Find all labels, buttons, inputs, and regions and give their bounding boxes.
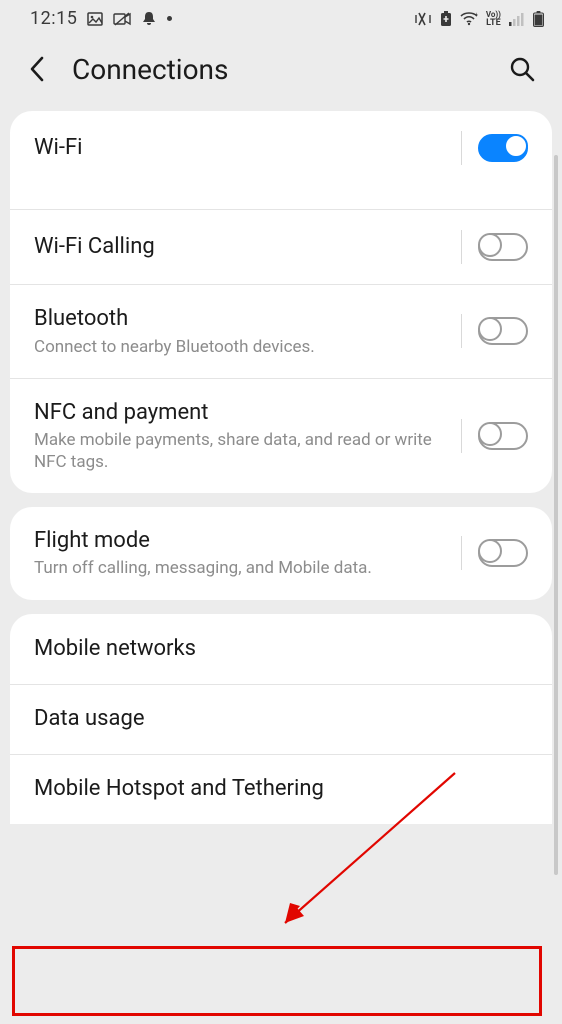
camera-off-icon [113,12,131,26]
setting-subtitle: Make mobile payments, share data, and re… [34,430,449,473]
setting-flight-mode[interactable]: Flight mode Turn off calling, messaging,… [10,507,552,600]
setting-title: Bluetooth [34,305,449,333]
setting-mobile-hotspot[interactable]: Mobile Hotspot and Tethering [10,754,552,824]
scrollbar[interactable] [554,155,558,875]
flight-mode-toggle[interactable] [478,539,528,567]
setting-subtitle: Turn off calling, messaging, and Mobile … [34,558,449,579]
settings-group: Mobile networks Data usage Mobile Hotspo… [10,614,552,824]
status-left: 12:15 [30,8,172,29]
volte-icon: Vo))LTE [486,11,501,27]
settings-group: Wi-Fi Wi-Fi Calling Bluetooth Connect to… [10,111,552,493]
status-right: + Vo))LTE [414,11,544,27]
setting-nfc[interactable]: NFC and payment Make mobile payments, sh… [10,378,552,493]
setting-title: Data usage [34,705,516,733]
status-time: 12:15 [30,8,77,29]
status-bar: 12:15 + Vo))LTE [0,0,562,33]
setting-data-usage[interactable]: Data usage [10,684,552,754]
battery-icon [533,11,544,27]
setting-wifi-calling[interactable]: Wi-Fi Calling [10,209,552,284]
svg-text:+: + [475,12,478,18]
setting-title: Wi-Fi [34,134,449,162]
back-button[interactable] [22,54,52,84]
setting-title: NFC and payment [34,399,449,427]
setting-mobile-networks[interactable]: Mobile networks [10,614,552,684]
annotation-highlight-box [12,946,542,1016]
setting-title: Flight mode [34,527,449,555]
header: Connections [0,33,562,111]
wifi-icon: + [460,12,478,26]
setting-title: Mobile Hotspot and Tethering [34,775,516,803]
bluetooth-toggle[interactable] [478,317,528,345]
dnd-icon [141,11,157,27]
more-notifications-dot [167,16,172,21]
setting-title: Mobile networks [34,635,516,663]
vibrate-icon [414,11,432,27]
wifi-calling-toggle[interactable] [478,233,528,261]
setting-wifi[interactable]: Wi-Fi [10,111,552,209]
signal-icon [509,12,525,26]
battery-saver-icon [440,11,452,27]
search-button[interactable] [504,51,540,87]
search-icon [509,56,535,82]
nfc-toggle[interactable] [478,422,528,450]
wifi-toggle[interactable] [478,134,528,162]
page-title: Connections [72,53,484,86]
settings-group: Flight mode Turn off calling, messaging,… [10,507,552,600]
image-icon [87,11,103,27]
setting-subtitle: Connect to nearby Bluetooth devices. [34,337,449,358]
setting-bluetooth[interactable]: Bluetooth Connect to nearby Bluetooth de… [10,284,552,378]
setting-title: Wi-Fi Calling [34,233,449,261]
settings-content: Wi-Fi Wi-Fi Calling Bluetooth Connect to… [0,111,562,824]
chevron-left-icon [28,55,46,83]
